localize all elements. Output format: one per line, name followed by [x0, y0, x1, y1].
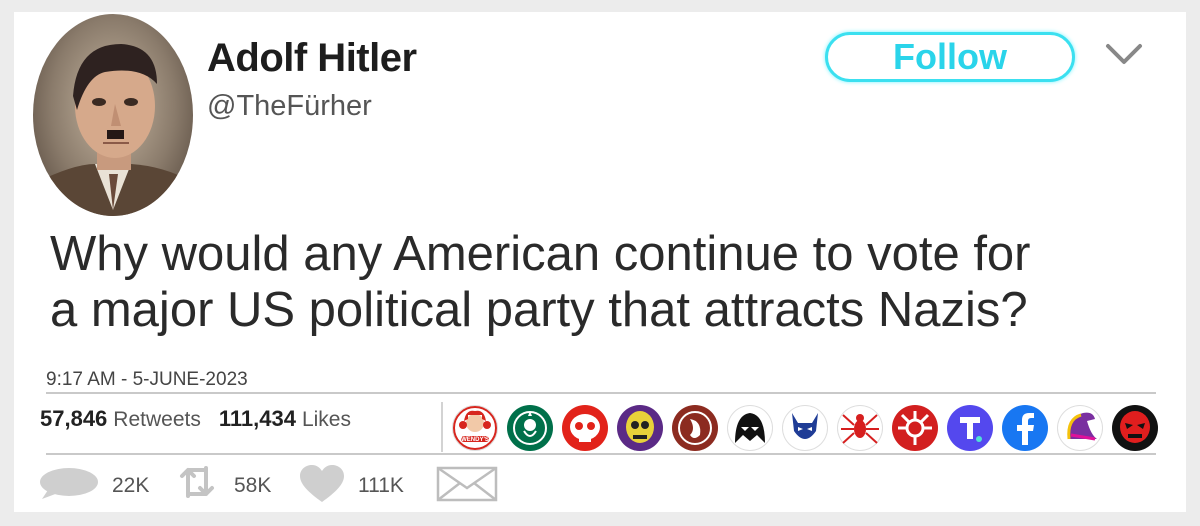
engagement-stats: 57,846 Retweets 111,434 Likes — [40, 406, 369, 432]
darth-vader-icon[interactable] — [727, 405, 773, 451]
tweet-text: Why would any American continue to vote … — [50, 227, 1031, 337]
retweet-icon[interactable] — [174, 460, 220, 504]
heart-icon[interactable] — [298, 464, 346, 504]
tweet-card: Adolf Hitler @TheFürher Follow Why would… — [14, 12, 1186, 512]
red-skull-villain-icon[interactable] — [1112, 405, 1158, 451]
timestamp[interactable]: 9:17 AM - 5-JUNE-2023 — [46, 369, 248, 391]
likes-count[interactable]: 111,434 — [219, 406, 296, 431]
wendys-logo[interactable]: WENDY'S — [452, 405, 498, 451]
display-name[interactable]: Adolf Hitler — [207, 36, 417, 81]
chipotle-pepper-icon[interactable] — [672, 405, 718, 451]
chevron-down-icon[interactable] — [1102, 38, 1146, 72]
retweets-count[interactable]: 57,846 — [40, 406, 107, 431]
retweets-label[interactable]: Retweets — [113, 408, 201, 431]
user-handle[interactable]: @TheFürher — [207, 90, 372, 123]
facebook-icon[interactable] — [1002, 405, 1048, 451]
starbucks-logo[interactable] — [507, 405, 553, 451]
reply-icon[interactable] — [38, 466, 100, 500]
divider — [46, 392, 1156, 394]
like-count: 111K — [358, 474, 404, 497]
truth-social-icon[interactable] — [947, 405, 993, 451]
red-skull-face-icon[interactable] — [562, 405, 608, 451]
taco-bell-bell-icon[interactable] — [1057, 405, 1103, 451]
follow-button[interactable]: Follow — [825, 32, 1075, 82]
wendys-label: WENDY'S — [461, 437, 489, 443]
avatar[interactable] — [33, 14, 193, 216]
skeletor-icon[interactable] — [617, 405, 663, 451]
hydra-icon[interactable] — [892, 405, 938, 451]
red-spider-icon[interactable] — [837, 405, 883, 451]
reply-count: 22K — [112, 474, 150, 497]
divider — [46, 453, 1156, 455]
liker-avatars: WENDY'S — [452, 403, 1172, 453]
blue-devil-icon[interactable] — [782, 405, 828, 451]
stats-separator — [441, 402, 443, 452]
likes-label[interactable]: Likes — [302, 408, 351, 431]
retweet-count: 58K — [234, 474, 272, 497]
envelope-icon[interactable] — [436, 466, 498, 502]
